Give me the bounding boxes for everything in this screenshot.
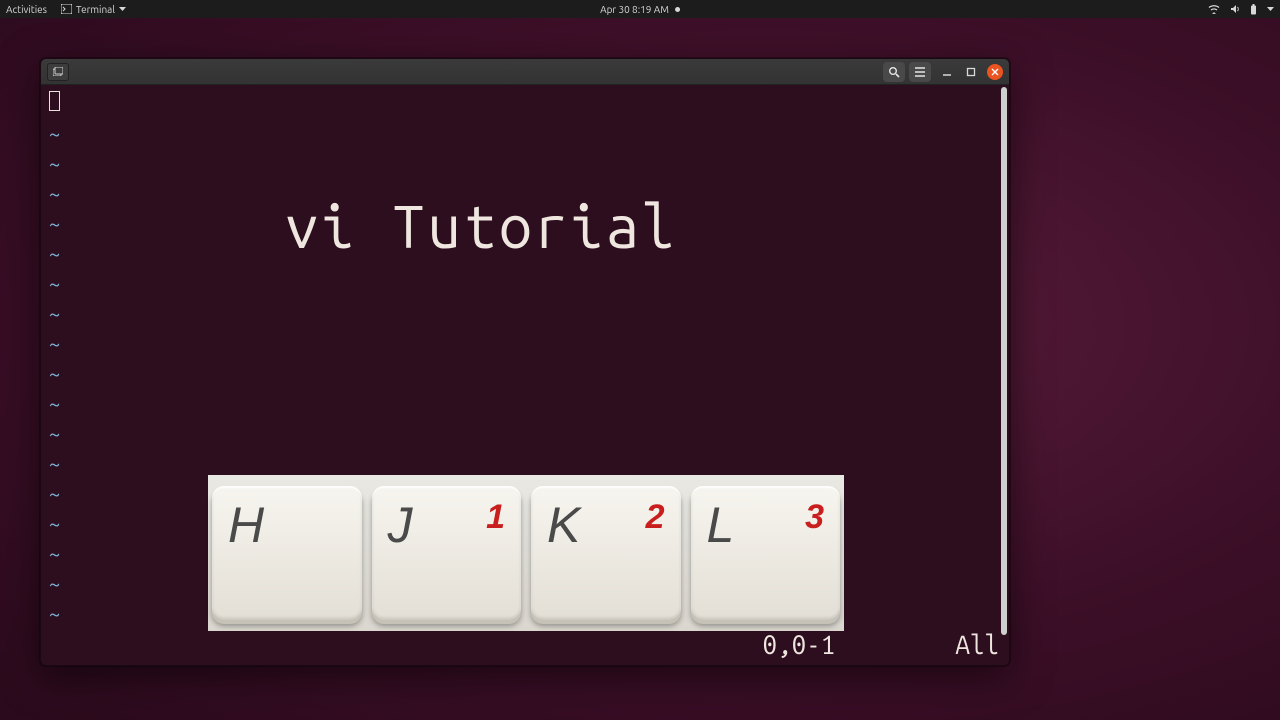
hjkl-keys-image: HJ1K2L3: [208, 475, 844, 631]
terminal-window: ~ ~ ~ ~ ~ ~ ~ ~ ~ ~ ~ ~ ~ ~ ~ ~ ~ vi Tut…: [40, 58, 1010, 666]
key-h: H: [212, 486, 362, 620]
new-tab-button[interactable]: [47, 63, 69, 81]
app-menu[interactable]: Terminal: [61, 4, 126, 15]
key-number: 1: [486, 498, 505, 537]
clock-label: Apr 30 8:19 AM: [600, 4, 669, 15]
minimize-icon: [942, 67, 952, 77]
notification-dot-icon: [675, 7, 680, 12]
key-k: K2: [531, 486, 681, 620]
minimize-button[interactable]: [939, 64, 955, 80]
scrollbar[interactable]: [1001, 87, 1007, 635]
chevron-down-icon: [119, 7, 126, 12]
cursor-position: 0,0-1: [763, 630, 836, 659]
gnome-topbar: Activities Terminal Apr 30 8:19 AM: [0, 0, 1280, 18]
hamburger-icon: [914, 67, 926, 77]
search-button[interactable]: [883, 62, 905, 82]
vi-tilde-column: ~ ~ ~ ~ ~ ~ ~ ~ ~ ~ ~ ~ ~ ~ ~ ~ ~: [49, 89, 60, 629]
window-titlebar[interactable]: [41, 59, 1009, 85]
network-icon: [1208, 4, 1220, 14]
maximize-button[interactable]: [963, 64, 979, 80]
activities-button[interactable]: Activities: [6, 4, 47, 15]
battery-icon: [1250, 4, 1257, 15]
key-letter: L: [707, 496, 735, 554]
key-number: 2: [646, 498, 665, 537]
tutorial-title: vi Tutorial: [285, 193, 677, 260]
key-j: J1: [372, 486, 522, 620]
key-l: L3: [691, 486, 841, 620]
view-percentage: All: [955, 630, 999, 659]
chevron-down-icon: [1267, 7, 1274, 12]
terminal-viewport[interactable]: ~ ~ ~ ~ ~ ~ ~ ~ ~ ~ ~ ~ ~ ~ ~ ~ ~ vi Tut…: [41, 85, 1009, 665]
close-button[interactable]: [987, 64, 1003, 80]
app-menu-label: Terminal: [76, 4, 115, 15]
clock[interactable]: Apr 30 8:19 AM: [600, 4, 680, 15]
scrollbar-thumb[interactable]: [1001, 87, 1007, 635]
key-letter: H: [228, 496, 264, 554]
system-status-area[interactable]: [1208, 4, 1274, 15]
menu-button[interactable]: [909, 62, 931, 82]
volume-icon: [1230, 4, 1240, 14]
terminal-app-icon: [61, 4, 72, 14]
new-tab-icon: [53, 67, 63, 76]
key-number: 3: [805, 498, 824, 537]
maximize-icon: [966, 67, 976, 77]
vi-status-line: 0,0-1 All: [41, 630, 999, 659]
search-icon: [888, 66, 900, 78]
key-letter: J: [388, 496, 413, 554]
close-icon: [991, 68, 999, 76]
key-letter: K: [547, 496, 580, 554]
